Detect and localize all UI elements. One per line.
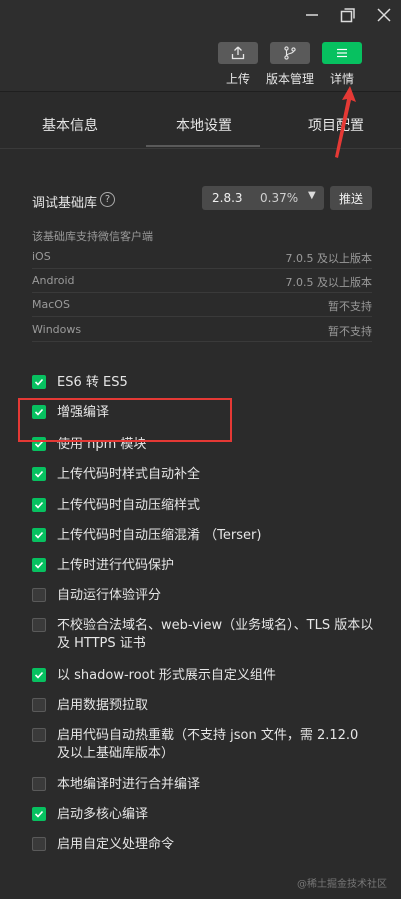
setting-label: 上传代码时自动压缩样式	[57, 498, 201, 513]
support-row-android: Android 7.0.5 及以上版本	[32, 274, 372, 294]
upload-label: 上传	[225, 72, 250, 86]
support-os: MacOS	[32, 298, 70, 311]
support-version: 暂不支持	[328, 325, 372, 338]
version-manage-button[interactable]: 版本管理	[260, 42, 320, 87]
push-button[interactable]: 推送	[330, 186, 372, 210]
version-manage-label: 版本管理	[265, 72, 314, 86]
support-os: Windows	[32, 323, 82, 336]
upload-button[interactable]: 上传	[208, 42, 268, 87]
checkbox-checked-icon[interactable]	[32, 668, 46, 682]
support-title: 该基础库支持微信客户端	[32, 230, 153, 243]
support-os: iOS	[32, 250, 51, 263]
checkbox-unchecked-icon[interactable]	[32, 618, 46, 632]
toolbar: 上传 版本管理 详情	[0, 32, 401, 92]
support-row-ios: iOS 7.0.5 及以上版本	[32, 250, 372, 270]
setting-label: 上传代码时样式自动补全	[57, 467, 201, 482]
upload-icon	[218, 42, 258, 64]
detail-label: 详情	[329, 72, 354, 86]
version-number: 2.8.3	[212, 191, 243, 205]
maximize-icon[interactable]	[336, 4, 360, 26]
setting-label: 启用自定义处理命令	[57, 837, 175, 852]
support-row-windows: Windows 暂不支持	[32, 323, 372, 343]
tab-basic-info[interactable]: 基本信息	[42, 115, 98, 135]
support-row-macos: MacOS 暂不支持	[32, 298, 372, 318]
setting-label: 自动运行体验评分	[57, 588, 162, 603]
help-icon[interactable]: ?	[100, 192, 115, 207]
setting-label: ES6 转 ES5	[57, 375, 128, 390]
annotation-highlight-box	[18, 398, 232, 442]
support-os: Android	[32, 274, 75, 287]
close-icon[interactable]	[372, 4, 396, 26]
divider	[32, 292, 372, 293]
setting-label: 不校验合法域名、web-view（业务域名）、TLS 版本以及 HTTPS 证书	[57, 618, 374, 651]
checkbox-unchecked-icon[interactable]	[32, 728, 46, 742]
checkbox-checked-icon[interactable]	[32, 498, 46, 512]
divider	[32, 268, 372, 269]
detail-button[interactable]: 详情	[312, 42, 372, 87]
setting-label: 启用代码自动热重载（不支持 json 文件，需 2.12.0 及以上基础库版本）	[57, 728, 359, 761]
setting-label: 以 shadow-root 形式展示自定义组件	[57, 668, 276, 683]
tab-local-settings[interactable]: 本地设置	[176, 115, 232, 135]
setting-label: 上传代码时自动压缩混淆 （Terser)	[57, 528, 262, 543]
checkbox-unchecked-icon[interactable]	[32, 588, 46, 602]
checkbox-checked-icon[interactable]	[32, 375, 46, 389]
checkbox-checked-icon[interactable]	[32, 528, 46, 542]
setting-label: 启用数据预拉取	[57, 698, 149, 713]
setting-label: 启动多核心编译	[57, 807, 149, 822]
setting-label: 本地编译时进行合并编译	[57, 777, 201, 792]
minimize-icon[interactable]	[300, 4, 324, 26]
checkbox-unchecked-icon[interactable]	[32, 837, 46, 851]
support-version: 7.0.5 及以上版本	[285, 276, 373, 289]
support-version: 暂不支持	[328, 300, 372, 313]
title-bar	[0, 0, 401, 32]
base-library-version-select[interactable]: 2.8.3 0.37% ▼	[202, 186, 324, 210]
checkbox-unchecked-icon[interactable]	[32, 698, 46, 712]
checkbox-unchecked-icon[interactable]	[32, 777, 46, 791]
base-library-label: 调试基础库	[32, 196, 98, 211]
version-percent: 0.37%	[260, 191, 299, 205]
base-library-row: 调试基础库 ? 2.8.3 0.37% ▼ 推送	[32, 186, 377, 214]
active-tab-indicator	[146, 145, 260, 147]
checkbox-checked-icon[interactable]	[32, 558, 46, 572]
setting-label: 上传时进行代码保护	[57, 558, 175, 573]
branch-icon	[270, 42, 310, 64]
watermark: @稀土掘金技术社区	[297, 879, 387, 890]
menu-icon	[322, 42, 362, 64]
support-version: 7.0.5 及以上版本	[285, 252, 373, 265]
annotation-arrow-icon	[335, 86, 356, 158]
checkbox-checked-icon[interactable]	[32, 807, 46, 821]
checkbox-checked-icon[interactable]	[32, 467, 46, 481]
divider	[32, 316, 372, 317]
divider	[32, 341, 372, 342]
caret-down-icon: ▼	[308, 190, 316, 201]
